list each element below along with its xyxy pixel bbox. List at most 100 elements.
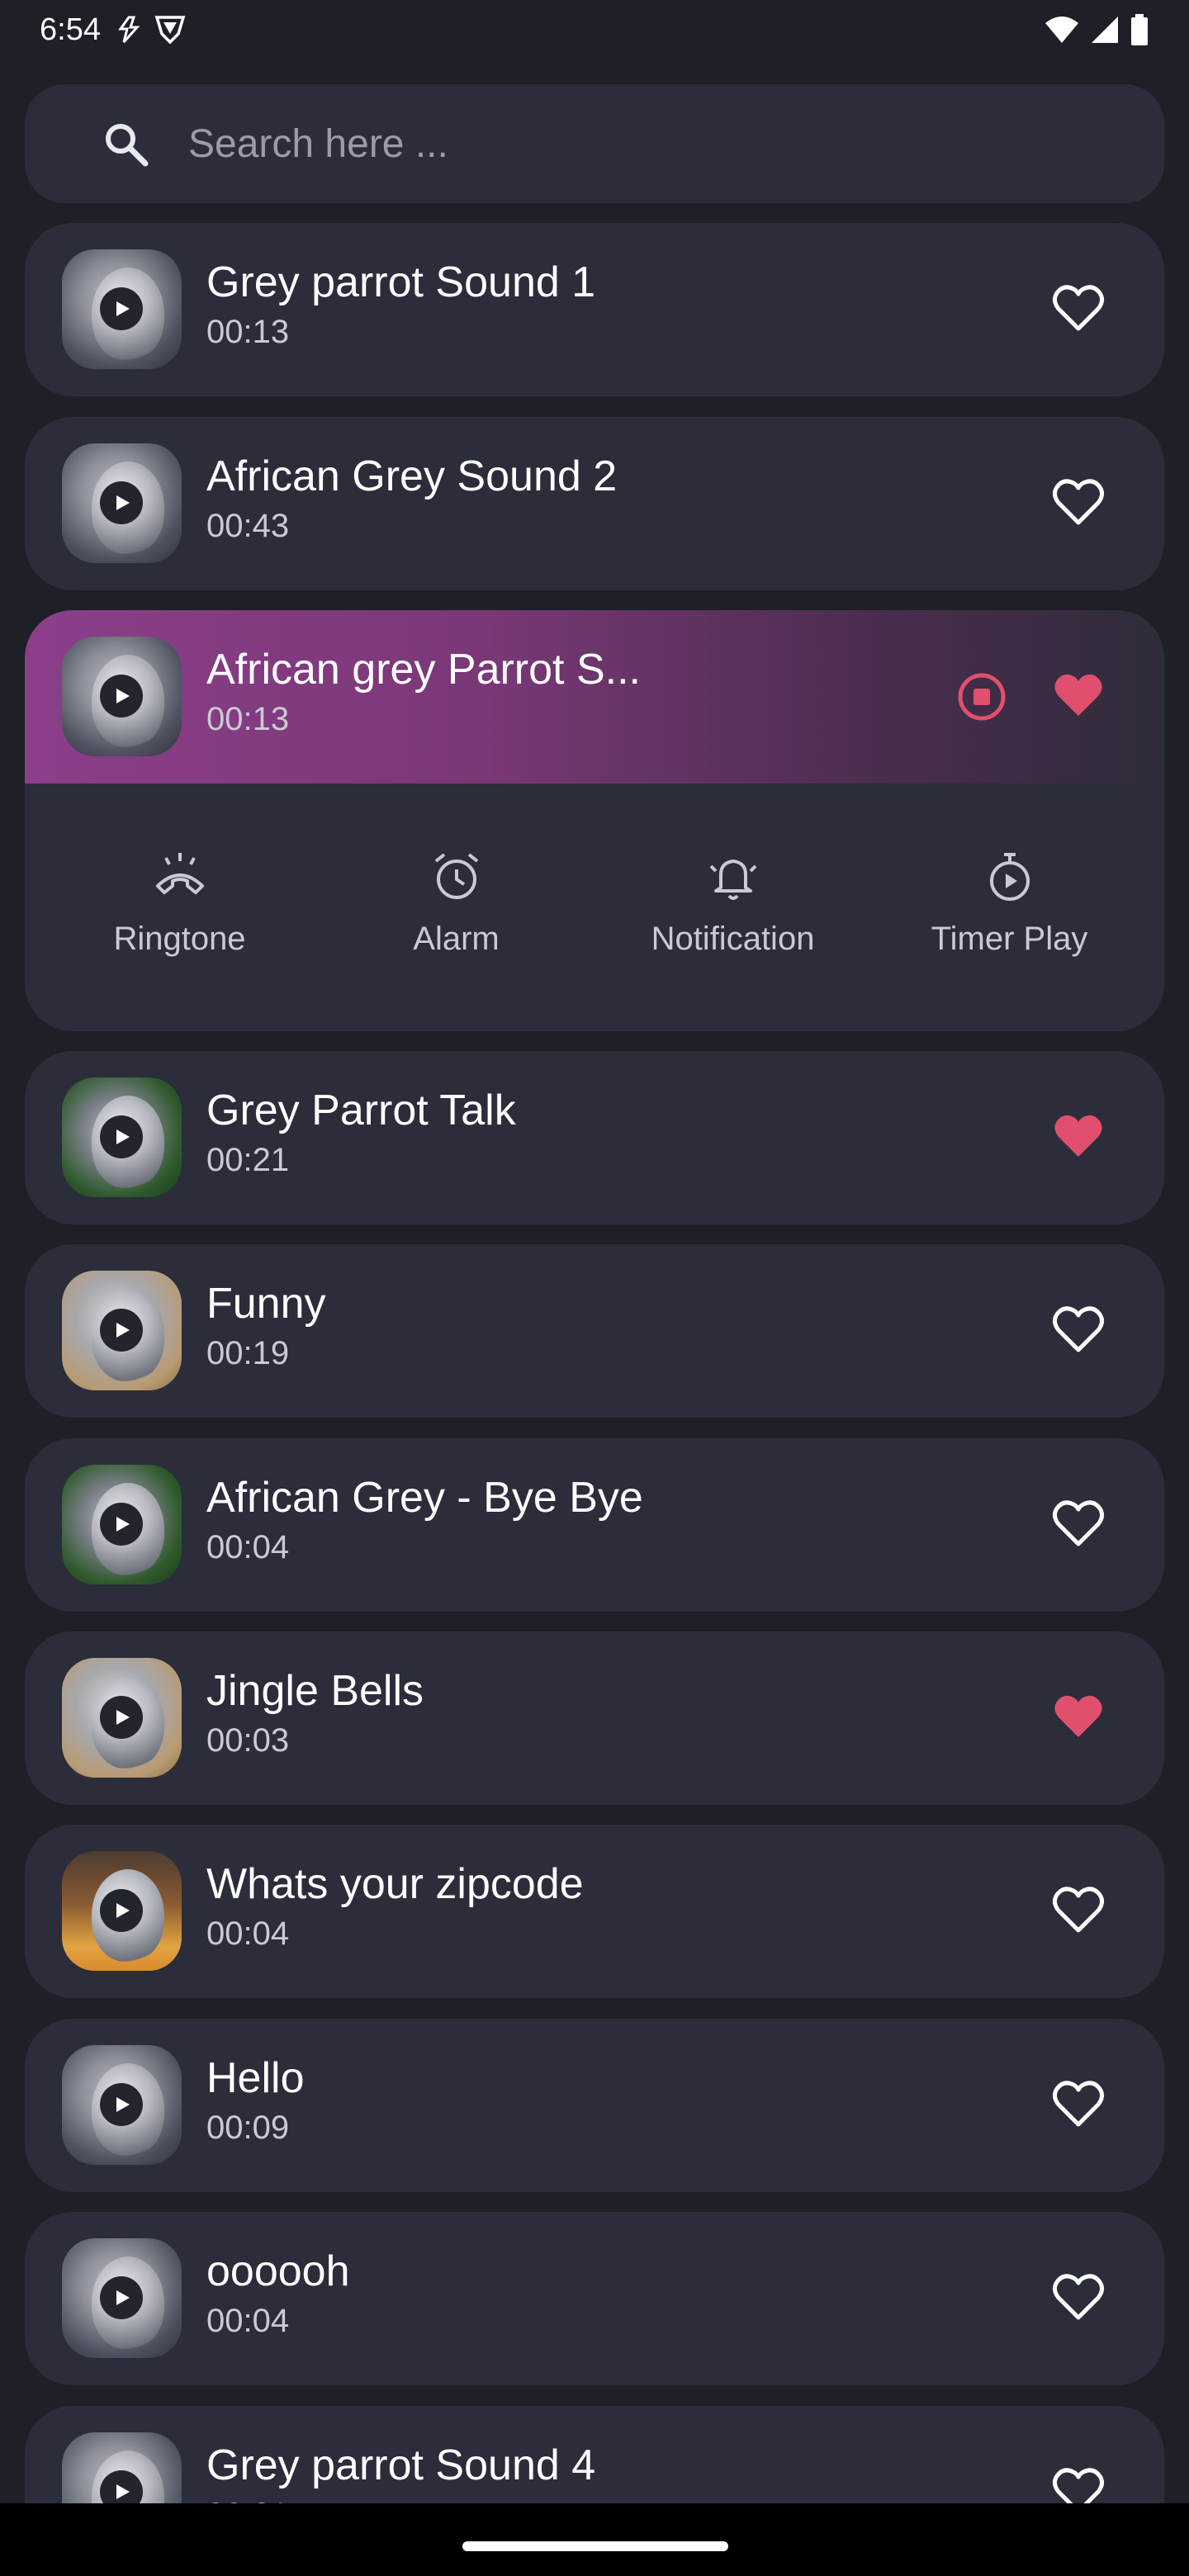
search-icon (106, 124, 149, 167)
shield-icon (154, 16, 186, 45)
sound-title: Hello (206, 2054, 305, 2102)
heart-outline-icon[interactable] (1050, 2076, 1106, 2133)
parrot-thumbnail (62, 1465, 182, 1584)
play-button[interactable] (100, 1889, 143, 1932)
heart-outline-icon[interactable] (1050, 475, 1106, 531)
sound-item[interactable]: Grey parrot Sound 4 00:21 (25, 2406, 1164, 2503)
heart-outline-icon[interactable] (1050, 2270, 1106, 2326)
play-button[interactable] (100, 1696, 143, 1739)
set-notification-button[interactable]: Notification (601, 784, 865, 1031)
signal-icon (1092, 17, 1118, 43)
play-icon (116, 301, 130, 316)
set-alarm-button[interactable]: Alarm (324, 784, 589, 1031)
sound-item[interactable]: Hello 00:09 (25, 2019, 1164, 2192)
sound-item[interactable]: African Grey Sound 2 00:43 (25, 417, 1164, 590)
sound-item[interactable]: Whats your zipcode 00:04 (25, 1825, 1164, 1998)
sound-title: Whats your zipcode (206, 1860, 584, 1908)
battery-icon (1131, 14, 1148, 45)
play-button[interactable] (100, 287, 143, 330)
play-icon (116, 2290, 130, 2305)
play-button[interactable] (100, 675, 143, 717)
sound-item[interactable]: Funny 00:19 (25, 1244, 1164, 1418)
search-bar[interactable]: Search here ... (25, 84, 1164, 203)
play-icon (116, 1903, 130, 1918)
play-button[interactable] (100, 1115, 143, 1158)
sound-title: oooooh (206, 2247, 350, 2295)
parrot-thumbnail (62, 2238, 182, 2358)
sound-title: Grey parrot Sound 1 (206, 258, 596, 306)
sound-title: African Grey Sound 2 (206, 452, 618, 500)
heart-filled-icon[interactable] (1050, 1109, 1106, 1165)
parrot-thumbnail (62, 2432, 182, 2503)
sound-list[interactable]: Grey parrot Sound 1 00:13 African Grey S… (25, 223, 1164, 2503)
sound-duration: 00:03 (206, 1722, 290, 1759)
parrot-thumbnail (62, 637, 182, 756)
play-button[interactable] (100, 2083, 143, 2126)
sound-duration: 00:21 (206, 2497, 289, 2503)
parrot-thumbnail (62, 443, 182, 563)
search-input[interactable]: Search here ... (188, 121, 448, 167)
sound-item-playing[interactable]: African grey Parrot S... 00:13 Ringtone … (25, 610, 1164, 1031)
set-ringtone-button[interactable]: Ringtone (48, 784, 312, 1031)
sound-item[interactable]: Jingle Bells 00:03 (25, 1631, 1164, 1805)
play-icon (116, 2097, 130, 2112)
heart-filled-icon[interactable] (1050, 668, 1106, 724)
sound-duration: 00:21 (206, 1142, 290, 1178)
sound-actions: Ringtone Alarm Notification Timer Play (25, 784, 1164, 1031)
timer-play-button[interactable]: Timer Play (878, 784, 1142, 1031)
parrot-thumbnail (62, 1851, 182, 1971)
now-playing-header[interactable]: African grey Parrot S... 00:13 (25, 610, 1164, 784)
play-button[interactable] (100, 2276, 143, 2319)
sound-item[interactable]: oooooh 00:04 (25, 2212, 1164, 2385)
play-icon (116, 1323, 130, 1338)
action-label: Ringtone (113, 921, 246, 957)
play-icon (116, 2484, 130, 2499)
play-button[interactable] (100, 1309, 143, 1352)
heart-outline-icon[interactable] (1050, 2464, 1106, 2503)
play-icon (116, 1517, 130, 1532)
action-label: Timer Play (931, 921, 1088, 957)
sound-title: African Grey - Bye Bye (206, 1474, 643, 1522)
heart-outline-icon[interactable] (1050, 1882, 1106, 1939)
play-button[interactable] (100, 481, 143, 524)
sound-title: Funny (206, 1280, 326, 1328)
system-nav-bar (0, 2503, 1189, 2576)
sound-item[interactable]: Grey Parrot Talk 00:21 (25, 1051, 1164, 1224)
sound-duration: 00:19 (206, 1335, 290, 1371)
parrot-thumbnail (62, 249, 182, 369)
heart-outline-icon[interactable] (1050, 1302, 1106, 1358)
notification-icon (709, 859, 756, 900)
sound-duration: 00:09 (206, 2110, 290, 2146)
stop-icon[interactable] (953, 668, 1011, 726)
data-saver-icon (118, 16, 140, 43)
sound-duration: 00:04 (206, 2303, 290, 2339)
home-gesture-handle[interactable] (462, 2541, 728, 2551)
sound-item[interactable]: Grey parrot Sound 1 00:13 (25, 223, 1164, 396)
sound-duration: 00:13 (206, 314, 290, 350)
parrot-thumbnail (62, 2045, 182, 2165)
sound-duration: 00:43 (206, 508, 290, 544)
play-button[interactable] (100, 1503, 143, 1546)
parrot-thumbnail (62, 1077, 182, 1197)
heart-outline-icon[interactable] (1050, 281, 1106, 337)
sound-title: African grey Parrot S... (206, 646, 641, 694)
sound-duration: 00:04 (206, 1915, 290, 1952)
play-icon (116, 1129, 130, 1144)
sound-title: Grey Parrot Talk (206, 1087, 516, 1134)
action-label: Notification (651, 921, 815, 957)
play-icon (116, 689, 130, 703)
play-icon (116, 1710, 130, 1725)
timer-icon (989, 853, 1030, 901)
sound-duration: 00:13 (206, 701, 290, 737)
status-bar: 6:54 (0, 0, 1189, 59)
alarm-icon (434, 853, 478, 899)
sound-title: Jingle Bells (206, 1667, 424, 1715)
sound-item[interactable]: African Grey - Bye Bye 00:04 (25, 1438, 1164, 1612)
status-time: 6:54 (40, 12, 101, 47)
action-label: Alarm (413, 921, 500, 957)
parrot-thumbnail (62, 1271, 182, 1390)
play-icon (116, 495, 130, 510)
heart-outline-icon[interactable] (1050, 1496, 1106, 1552)
sound-title: Grey parrot Sound 4 (206, 2441, 596, 2489)
heart-filled-icon[interactable] (1050, 1689, 1106, 1745)
